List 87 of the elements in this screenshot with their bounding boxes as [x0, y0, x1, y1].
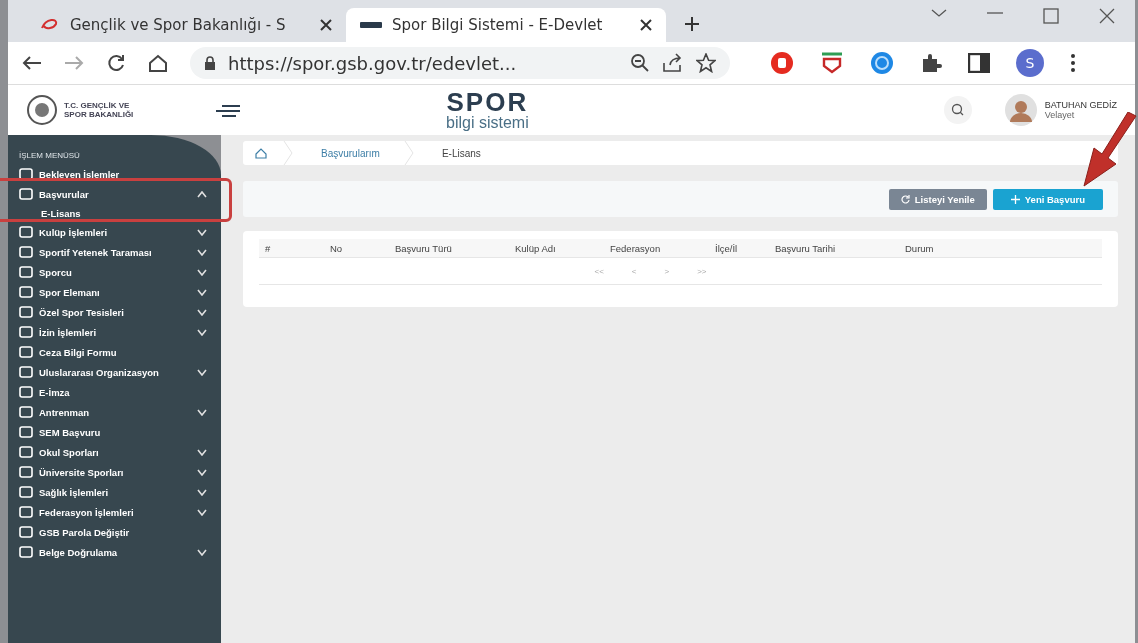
sidebar-item[interactable]: Okul Sporları — [8, 442, 221, 462]
sidebar-item[interactable]: SEM Başvuru — [8, 422, 221, 442]
home-icon[interactable] — [148, 54, 168, 72]
browser-tab[interactable]: Spor Bilgi Sistemi - E-Devlet — [346, 8, 666, 42]
square-icon — [19, 506, 33, 518]
sidebar-item[interactable]: Federasyon İşlemleri — [8, 502, 221, 522]
ministry-name: T.C. GENÇLİK VE SPOR BAKANLIĞI — [64, 101, 134, 119]
square-icon — [19, 446, 33, 458]
column-header: # — [265, 242, 272, 254]
square-icon — [19, 168, 33, 180]
user-name: BATUHAN GEDİZ — [1044, 100, 1117, 110]
close-icon[interactable] — [640, 19, 652, 31]
sidebar-item[interactable]: E-İmza — [8, 382, 221, 402]
home-icon[interactable] — [255, 147, 267, 159]
back-arrow-icon[interactable] — [22, 55, 42, 71]
stop-hand-icon[interactable] — [770, 51, 794, 75]
more-vertical-icon[interactable] — [1070, 53, 1076, 73]
square-icon — [19, 526, 33, 538]
maximize-icon[interactable] — [1043, 8, 1059, 24]
square-icon — [19, 266, 33, 278]
sidebar-item[interactable]: Kulüp İşlemleri — [8, 222, 221, 242]
brand-subtitle: bilgi sistemi — [446, 115, 529, 131]
sidebar-item[interactable]: Sporcu — [8, 262, 221, 282]
sidebar-item[interactable]: Sportif Yetenek Taraması — [8, 242, 221, 262]
column-header: Kulüp Adı — [515, 242, 557, 254]
sidebar-item[interactable]: Belge Doğrulama — [8, 542, 221, 562]
address-bar[interactable]: https://spor.gsb.gov.tr/edevlet... — [190, 47, 730, 79]
puzzle-icon[interactable] — [920, 52, 942, 74]
share-icon[interactable] — [662, 53, 684, 73]
refresh-list-button[interactable]: Listeyi Yenile — [888, 188, 987, 210]
tab-title: Gençlik ve Spor Bakanlığı - S — [70, 16, 287, 34]
square-icon — [19, 386, 33, 398]
square-icon — [19, 346, 33, 358]
shield-icon[interactable] — [820, 52, 844, 74]
column-header: Başvuru Tarihi — [775, 242, 837, 254]
sidebar-subitem[interactable]: E-Lisans — [8, 204, 221, 222]
square-icon — [19, 226, 33, 238]
lock-icon — [204, 56, 216, 70]
square-icon — [19, 406, 33, 418]
chevron-down-icon[interactable] — [931, 8, 947, 18]
close-icon[interactable] — [320, 19, 332, 31]
square-icon — [19, 286, 33, 298]
sidebar-item[interactable]: Ceza Bilgi Formu — [8, 342, 221, 362]
plus-icon[interactable] — [684, 16, 700, 32]
reload-icon[interactable] — [106, 53, 126, 73]
square-icon — [19, 306, 33, 318]
square-icon — [19, 546, 33, 558]
menu-heading: İŞLEM MENÜSÜ — [18, 151, 81, 162]
refresh-icon — [900, 194, 910, 204]
sidebar-item[interactable]: Özel Spor Tesisleri — [8, 302, 221, 322]
star-icon[interactable] — [696, 53, 716, 73]
user-role: Velayet — [1044, 110, 1076, 120]
plus-icon — [1010, 194, 1020, 204]
sidebar-item[interactable]: Başvurular — [8, 184, 221, 204]
browser-tab[interactable]: Gençlik ve Spor Bakanlığı - S — [26, 8, 346, 42]
column-header: Federasyon — [610, 242, 662, 254]
square-icon — [19, 486, 33, 498]
square-icon — [19, 326, 33, 338]
square-icon — [19, 466, 33, 478]
sidebar-item[interactable]: İzin İşlemleri — [8, 322, 221, 342]
menu-icon[interactable] — [216, 103, 240, 117]
side-panel-icon[interactable] — [968, 53, 990, 73]
square-icon — [19, 246, 33, 258]
search-icon[interactable] — [942, 95, 973, 125]
square-icon — [19, 366, 33, 378]
brand-title: SPOR — [446, 89, 529, 115]
zoom-out-icon[interactable] — [630, 53, 650, 73]
column-header: Durum — [905, 242, 935, 254]
sidebar-item[interactable]: Bekleyen İşlemler — [8, 164, 221, 184]
swirl-icon — [40, 18, 60, 32]
column-header: İlçe/İl — [715, 242, 739, 254]
sidebar-item[interactable]: Uluslararası Organizasyon — [8, 362, 221, 382]
sidebar-item[interactable]: GSB Parola Değiştir — [8, 522, 221, 542]
sidebar-item[interactable]: Spor Elemanı — [8, 282, 221, 302]
emblem-icon — [26, 94, 58, 126]
close-icon[interactable] — [1099, 8, 1115, 24]
column-header: No — [330, 242, 344, 254]
tab-title: Spor Bilgi Sistemi - E-Devlet — [392, 16, 604, 34]
column-header: Başvuru Türü — [395, 242, 453, 254]
square-icon — [19, 188, 33, 200]
sidebar-item[interactable]: Antrenman — [8, 402, 221, 422]
sidebar-item[interactable]: Sağlık İşlemleri — [8, 482, 221, 502]
sidebar-item[interactable]: Üniversite Sporları — [8, 462, 221, 482]
profile-avatar[interactable]: S — [1016, 49, 1044, 77]
square-icon — [19, 426, 33, 438]
avatar-icon[interactable] — [1004, 94, 1037, 126]
globe-icon[interactable] — [870, 51, 894, 75]
